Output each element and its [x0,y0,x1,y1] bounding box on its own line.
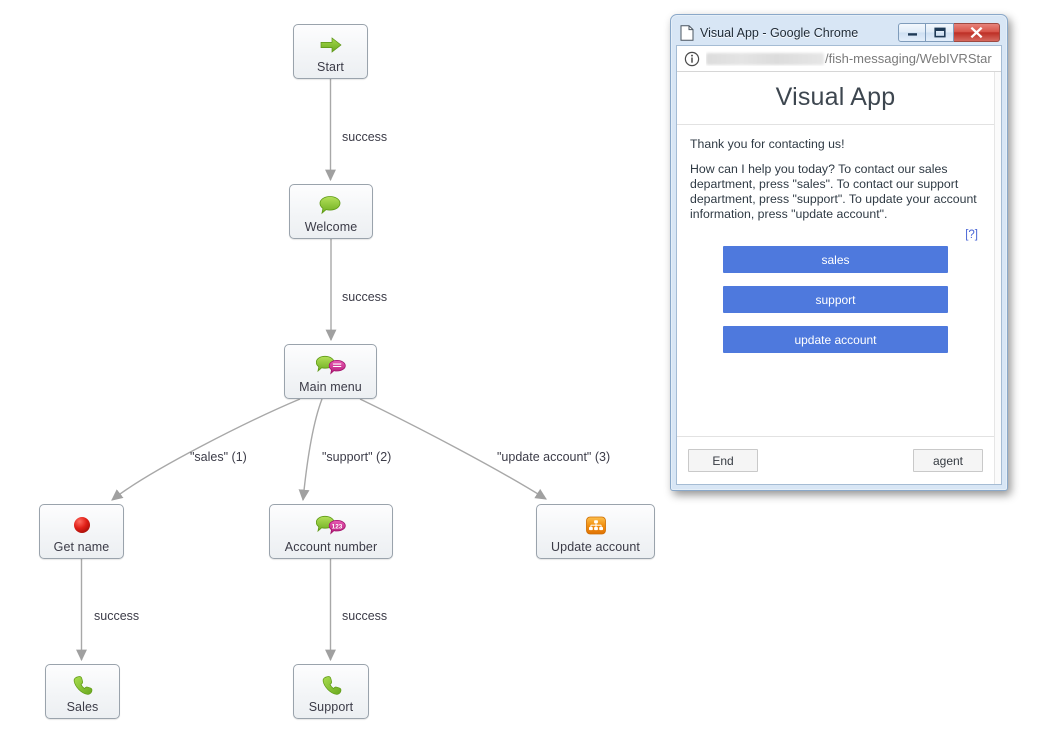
end-button[interactable]: End [688,449,758,472]
green-phone-icon [72,672,93,698]
browser-window: Visual App - Google Chrome /fish-messagi… [670,14,1008,491]
close-button[interactable] [954,23,1000,42]
choice-button-sales[interactable]: sales [723,246,948,273]
red-record-icon [72,512,92,538]
node-sales[interactable]: Sales [45,664,120,719]
edge-label-mainmenu-accountnumber: "support" (2) [322,450,392,464]
redacted-host [706,52,824,65]
node-welcome[interactable]: Welcome [289,184,373,239]
page-header: Visual App [677,72,994,125]
flow-diagram: Start Welcome Main menu Get name 123 Acc… [0,0,700,745]
edge-label-mainmenu-getname: "sales" (1) [190,450,247,464]
node-label: Sales [66,700,99,714]
node-label: Main menu [299,380,362,394]
node-label: Account number [284,540,378,554]
edge-label-welcome-mainmenu: success [342,290,388,304]
node-label: Get name [53,540,110,554]
page-footer: End agent [677,436,994,484]
node-start[interactable]: Start [293,24,368,79]
address-bar[interactable]: /fish-messaging/WebIVRStar [677,46,1001,72]
node-label: Support [308,700,354,714]
node-update-account[interactable]: Update account [536,504,655,559]
site-info-icon[interactable] [684,51,700,67]
url-text-container[interactable]: /fish-messaging/WebIVRStar [706,51,997,66]
window-title: Visual App - Google Chrome [700,25,859,40]
url-path: /fish-messaging/WebIVRStar [825,51,992,66]
choice-button-list: sales support update account [690,246,981,353]
chrome-viewport: /fish-messaging/WebIVRStar Visual App Th… [676,45,1002,485]
prompt-text: How can I help you today? To contact our… [690,162,977,221]
node-label: Update account [551,540,640,554]
edge-label-start-welcome: success [342,130,388,144]
orange-hierarchy-icon [585,512,607,538]
svg-text:123: 123 [332,523,343,530]
document-icon [680,24,694,41]
greeting-text: Thank you for contacting us! [690,137,845,151]
agent-button[interactable]: agent [913,449,983,472]
node-account-number[interactable]: 123 Account number [269,504,393,559]
two-speech-bubbles-icon [315,352,346,378]
help-link[interactable]: [?] [690,229,978,241]
edge-label-accountnumber-support: success [342,609,388,623]
page-content: Visual App Thank you for contacting us! … [677,72,994,484]
green-arrow-icon [320,32,342,58]
vertical-scrollbar[interactable] [994,72,1001,484]
page-title: Visual App [775,83,896,111]
node-label: Start [317,60,344,74]
edge-label-getname-sales: success [94,609,140,623]
edge-label-mainmenu-updateaccount: "update account" (3) [497,450,611,464]
node-main-menu[interactable]: Main menu [284,344,377,399]
node-get-name[interactable]: Get name [39,504,124,559]
window-controls [898,23,1000,42]
screen: Start Welcome Main menu Get name 123 Acc… [0,0,1042,745]
node-support[interactable]: Support [293,664,369,719]
choice-button-update-account[interactable]: update account [723,326,948,353]
green-speech-bubble-icon [319,192,343,218]
node-label: Welcome [304,220,358,234]
minimize-button[interactable] [898,23,926,42]
maximize-button[interactable] [926,23,954,42]
green-phone-icon [321,672,342,698]
choice-button-support[interactable]: support [723,286,948,313]
speech-bubbles-123-icon: 123 [316,512,346,538]
window-titlebar[interactable]: Visual App - Google Chrome [676,20,1002,45]
page-body: Thank you for contacting us! How can I h… [677,125,994,353]
